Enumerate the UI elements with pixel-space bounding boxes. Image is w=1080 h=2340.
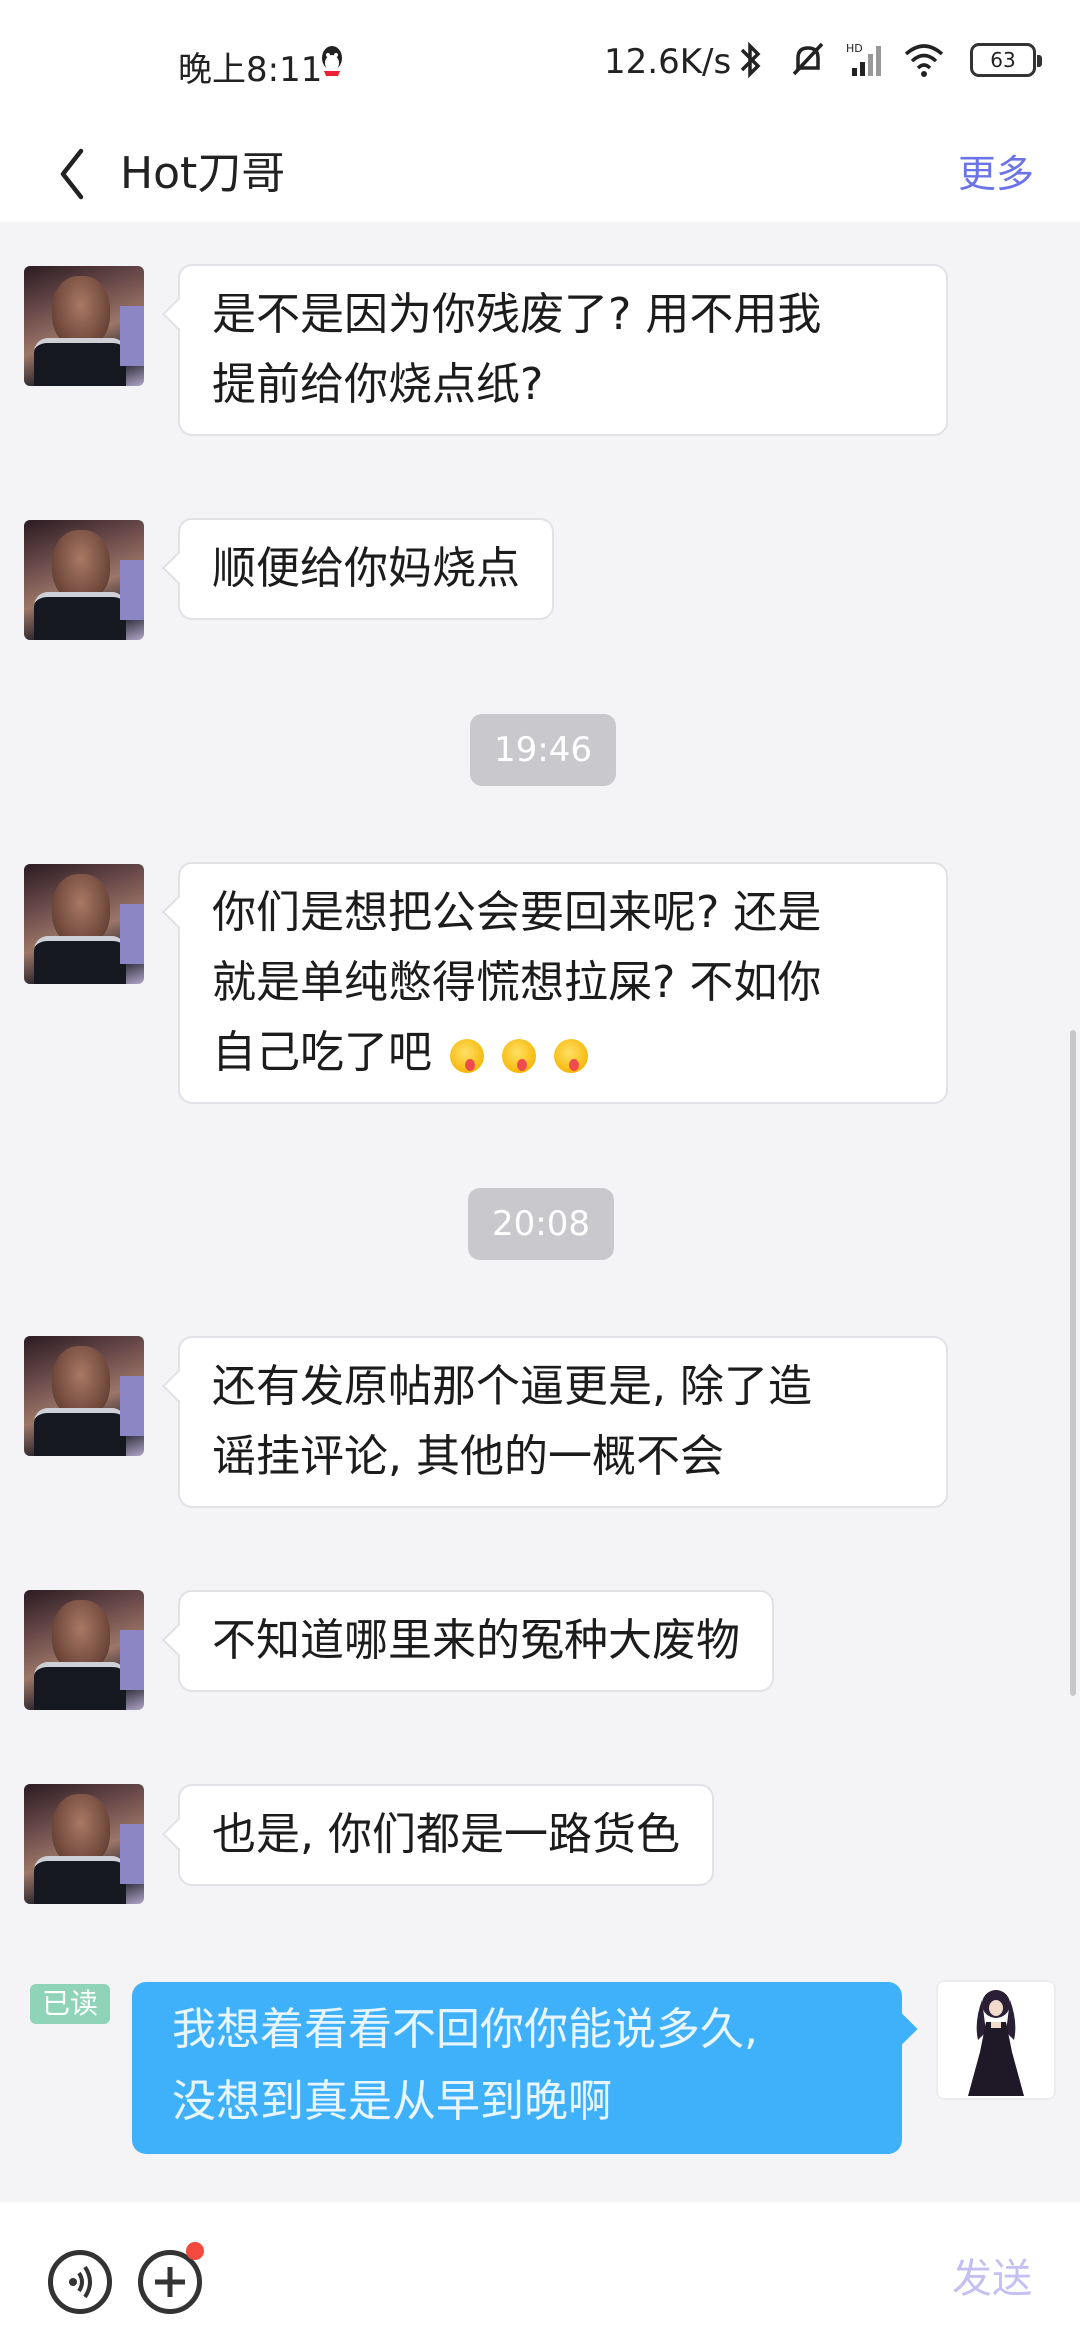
message-text: 我想着看看不回你你能说多久, bbox=[172, 2004, 758, 2055]
scrollbar[interactable] bbox=[1070, 1030, 1076, 1696]
message-list[interactable]: 是不是因为你残废了? 用不用我 提前给你烧点纸? 顺便给你妈烧点 19:46 你… bbox=[0, 222, 1080, 2202]
avatar[interactable] bbox=[24, 1784, 144, 1904]
message-text: 就是单纯憋得慌想拉屎? 不如你 bbox=[212, 957, 822, 1008]
drooling-emoji-icon bbox=[502, 1039, 536, 1073]
self-avatar[interactable] bbox=[936, 1980, 1056, 2100]
message-bubble[interactable]: 不知道哪里来的冤种大废物 bbox=[178, 1590, 774, 1692]
message-bubble[interactable]: 还有发原帖那个逼更是, 除了造 谣挂评论, 其他的一概不会 bbox=[178, 1336, 948, 1508]
message-bubble[interactable]: 也是, 你们都是一路货色 bbox=[178, 1784, 714, 1886]
avatar[interactable] bbox=[24, 1590, 144, 1710]
chat-screen: 晚上8:11 12.6K/s HD 63 Hot刀哥 更多 是不是因为你残废了?… bbox=[0, 0, 1080, 2340]
back-button[interactable] bbox=[44, 126, 100, 222]
svg-text:HD: HD bbox=[846, 42, 863, 55]
wifi-icon bbox=[904, 44, 944, 77]
qq-penguin-icon bbox=[322, 46, 342, 76]
message-text: 不知道哪里来的冤种大废物 bbox=[212, 1615, 740, 1666]
message-text: 是不是因为你残废了? 用不用我 bbox=[212, 289, 822, 340]
network-speed: 12.6K/s bbox=[604, 42, 732, 82]
avatar[interactable] bbox=[24, 1336, 144, 1456]
chat-header: Hot刀哥 更多 bbox=[0, 126, 1080, 222]
more-button[interactable]: 更多 bbox=[958, 126, 1034, 222]
send-button[interactable]: 发送 bbox=[952, 2246, 1032, 2304]
mute-bell-icon bbox=[792, 42, 824, 76]
chat-title: Hot刀哥 bbox=[120, 148, 286, 199]
bluetooth-icon bbox=[740, 41, 761, 79]
drooling-emoji-icon bbox=[554, 1039, 588, 1073]
message-bubble[interactable]: 是不是因为你残废了? 用不用我 提前给你烧点纸? bbox=[178, 264, 948, 436]
voice-icon bbox=[69, 2265, 92, 2299]
timestamp: 20:08 bbox=[468, 1188, 614, 1260]
status-time: 晚上8:11 bbox=[178, 50, 323, 90]
input-bar: 发送 bbox=[0, 2202, 1080, 2340]
avatar[interactable] bbox=[24, 266, 144, 386]
drooling-emoji-icon bbox=[450, 1039, 484, 1073]
chevron-left-icon bbox=[60, 148, 84, 200]
message-text: 没想到真是从早到晚啊 bbox=[172, 2076, 612, 2127]
message-bubble[interactable]: 你们是想把公会要回来呢? 还是 就是单纯憋得慌想拉屎? 不如你 自己吃了吧 bbox=[178, 862, 948, 1104]
signal-hd-icon: HD bbox=[846, 42, 881, 76]
battery-icon: 63 bbox=[970, 43, 1042, 77]
status-bar: 晚上8:11 12.6K/s HD 63 bbox=[0, 0, 1080, 126]
avatar[interactable] bbox=[24, 520, 144, 640]
read-badge: 已读 bbox=[30, 1984, 110, 2024]
message-text: 顺便给你妈烧点 bbox=[212, 543, 520, 594]
message-text: 也是, 你们都是一路货色 bbox=[212, 1809, 680, 1860]
status-icons: HD 63 bbox=[728, 40, 1042, 80]
message-text: 谣挂评论, 其他的一概不会 bbox=[212, 1431, 724, 1482]
message-bubble[interactable]: 顺便给你妈烧点 bbox=[178, 518, 554, 620]
avatar[interactable] bbox=[24, 864, 144, 984]
timestamp: 19:46 bbox=[470, 714, 616, 786]
message-text: 提前给你烧点纸? bbox=[212, 359, 544, 410]
outgoing-message-bubble[interactable]: 我想着看看不回你你能说多久, 没想到真是从早到晚啊 bbox=[132, 1982, 902, 2154]
voice-button[interactable] bbox=[48, 2250, 112, 2314]
notification-dot bbox=[186, 2242, 204, 2260]
message-text: 自己吃了吧 bbox=[212, 1027, 432, 1078]
self-avatar-image bbox=[968, 1990, 1024, 2096]
message-text: 还有发原帖那个逼更是, 除了造 bbox=[212, 1361, 812, 1412]
message-text: 你们是想把公会要回来呢? 还是 bbox=[212, 887, 822, 938]
